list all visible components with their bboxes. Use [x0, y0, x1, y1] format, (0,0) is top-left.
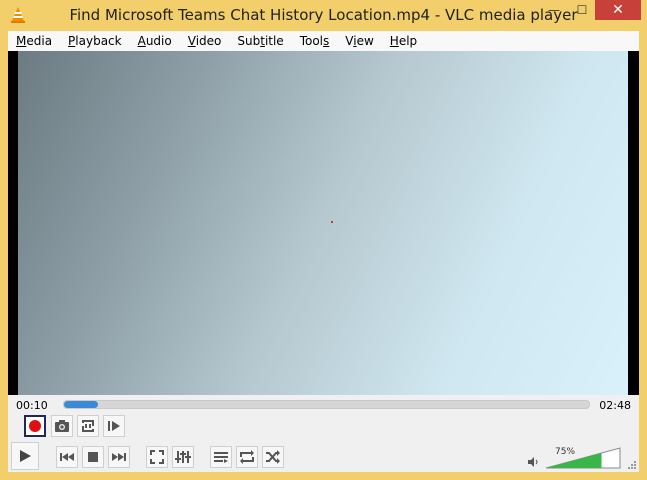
minimize-button[interactable]: — [540, 0, 568, 20]
minimize-icon: — [548, 3, 560, 17]
video-area[interactable] [8, 51, 639, 395]
close-button[interactable]: ✕ [595, 0, 641, 20]
play-icon [20, 450, 31, 462]
menu-help[interactable]: Help [382, 34, 425, 48]
shuffle-icon [266, 450, 280, 464]
elapsed-time: 00:10 [16, 399, 48, 412]
stop-button[interactable] [82, 446, 104, 468]
maximize-icon: ☐ [576, 3, 588, 17]
equalizer-icon [175, 451, 191, 463]
fullscreen-button[interactable] [146, 446, 168, 468]
total-time: 02:48 [599, 399, 631, 412]
next-icon [112, 453, 126, 461]
video-frame [18, 51, 628, 395]
menu-video[interactable]: Video [180, 34, 230, 48]
menu-subtitle[interactable]: Subtitle [229, 34, 291, 48]
playlist-button[interactable] [210, 446, 232, 468]
extended-settings-button[interactable] [172, 446, 194, 468]
loop-ab-icon [82, 420, 94, 432]
menu-playback[interactable]: Playback [60, 34, 130, 48]
seek-bar[interactable] [63, 400, 590, 409]
control-panel: 00:10 02:48 75% [8, 395, 639, 472]
loop-button[interactable] [236, 446, 258, 468]
record-icon [29, 420, 41, 432]
stop-icon [88, 452, 98, 462]
record-button[interactable] [24, 415, 46, 437]
next-button[interactable] [108, 446, 130, 468]
seek-progress [64, 401, 99, 408]
previous-icon [60, 453, 74, 461]
fullscreen-icon [150, 450, 164, 464]
loop-icon [240, 450, 254, 464]
vlc-window: Find Microsoft Teams Chat History Locati… [0, 0, 647, 480]
menu-tools[interactable]: Tools [292, 34, 338, 48]
previous-button[interactable] [56, 446, 78, 468]
close-icon: ✕ [612, 2, 624, 18]
frame-step-button[interactable] [103, 415, 125, 437]
speaker-icon[interactable] [527, 456, 539, 468]
menu-media[interactable]: Media [8, 34, 60, 48]
snapshot-button[interactable] [51, 415, 73, 437]
loop-ab-button[interactable] [77, 415, 99, 437]
menu-audio[interactable]: Audio [130, 34, 180, 48]
frame-step-icon [108, 421, 120, 431]
menu-view[interactable]: View [337, 34, 382, 48]
play-button[interactable] [11, 442, 39, 470]
title-bar[interactable]: Find Microsoft Teams Chat History Locati… [0, 0, 647, 31]
maximize-button[interactable]: ☐ [568, 0, 596, 20]
camera-icon [55, 420, 69, 432]
video-artifact [331, 221, 333, 223]
menu-bar: Media Playback Audio Video Subtitle Tool… [8, 31, 639, 51]
volume-percent: 75% [555, 447, 576, 457]
playlist-icon [214, 452, 228, 463]
shuffle-button[interactable] [262, 446, 284, 468]
resize-grip-icon[interactable] [628, 461, 637, 470]
